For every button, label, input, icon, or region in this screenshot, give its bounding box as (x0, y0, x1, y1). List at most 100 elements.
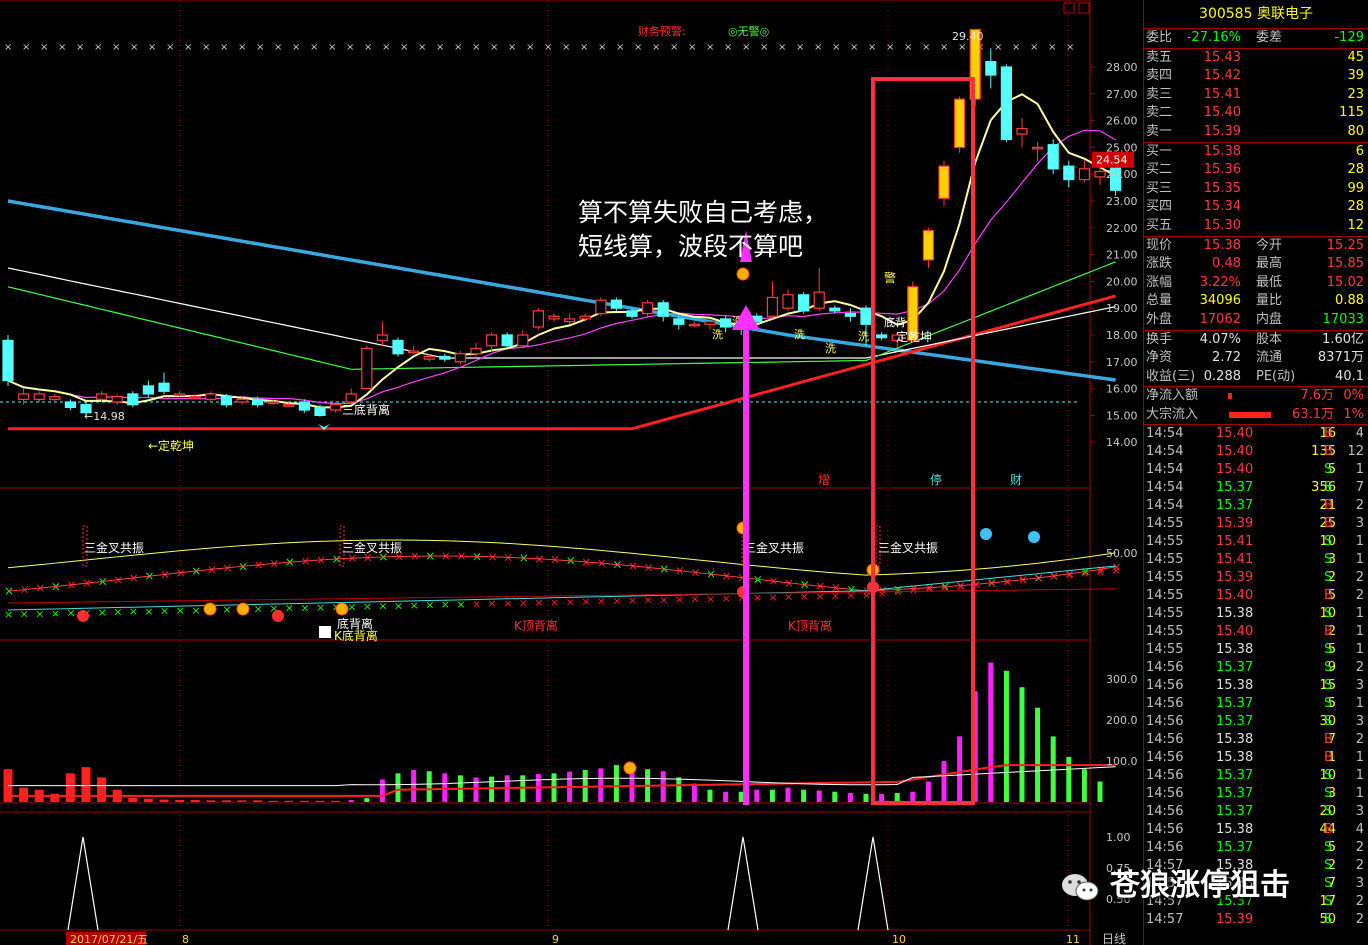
candle-body (938, 165, 950, 199)
candle-body (829, 307, 841, 312)
tick-price: 15.37 (1216, 804, 1254, 820)
tick-price: 15.39 (1216, 516, 1254, 532)
volume-bar (785, 787, 791, 802)
tick-price: 15.37 (1216, 696, 1254, 712)
tick-row: 14:56 15.37 20 S 3 (1144, 803, 1368, 821)
bid-row: 买四 15.34 28 (1144, 198, 1368, 217)
signal-blue-icon (1028, 531, 1040, 543)
date-label: 8 (182, 933, 189, 945)
tick-price: 15.37 (1216, 660, 1254, 676)
tick-count: 1 (1355, 786, 1364, 802)
tick-time: 14:56 (1146, 696, 1184, 712)
stat-value: 17033 (1322, 311, 1364, 327)
tick-count: 3 (1355, 804, 1364, 820)
top-signal-mark: × (274, 42, 282, 53)
ask-row: 卖五 15.43 45 (1144, 49, 1368, 68)
kline-chart[interactable]: × × × × × × × × × × × × × × × × × × × × × × × × × × × × × × × × × × × × × × × ×… (0, 0, 1143, 945)
tick-time: 14:54 (1146, 498, 1184, 514)
tick-side: B (1324, 732, 1333, 748)
candle-body (782, 294, 794, 309)
tick-time: 14:56 (1146, 732, 1184, 748)
tick-list[interactable]: 14:54 15.40 16 B 4 14:54 15.40 135 B 12 14:54 15.40… (1144, 425, 1368, 929)
tick-count: 1 (1355, 696, 1364, 712)
quote-panel: 300585 奥联电子 委比 -27.16% 委差 -129 卖五 15.43 45… (1143, 0, 1368, 945)
tick-row: 14:56 15.37 5 S 2 (1144, 839, 1368, 857)
volume-bar (379, 779, 385, 802)
tick-side: B (1324, 444, 1333, 460)
tick-side: S (1324, 480, 1333, 496)
tick-count: 7 (1355, 480, 1364, 496)
candle-body (1063, 165, 1075, 181)
tick-price: 15.37 (1216, 786, 1254, 802)
volume-bar (315, 800, 325, 802)
tick-count: 2 (1355, 660, 1364, 676)
tick-count: 1 (1355, 462, 1364, 478)
tick-side: B (1324, 588, 1333, 604)
flow-label: 大宗流入 (1146, 406, 1199, 422)
top-signal-mark: × (400, 42, 408, 53)
volume-bar (941, 761, 947, 802)
signal-blue-icon (980, 528, 992, 540)
candle-body (1047, 144, 1059, 170)
volume-bar (175, 799, 185, 802)
tick-price: 15.38 (1216, 750, 1254, 766)
volume-bar (348, 799, 354, 802)
stat-label: 量比 (1256, 293, 1283, 309)
fin-warning-label: 财务预警: (638, 24, 686, 38)
top-signal-mark: × (742, 42, 750, 53)
indicator-panel: ××××××××××× ××××××××××××××× ××× ×××××××××××… (4, 525, 1122, 621)
tick-count: 1 (1355, 768, 1364, 784)
price-tick-label: 27.00 (1106, 88, 1138, 101)
top-signal-mark: × (364, 42, 372, 53)
top-signal-mark: × (526, 42, 534, 53)
candle-body (860, 307, 872, 325)
fundamental-stats: 换手 4.07% 股本 1.60亿 净资 2.72 流通 8371万 收益(三) 0.288 PE(… (1144, 331, 1368, 388)
ask-volume: 45 (1347, 49, 1364, 65)
tick-time: 14:56 (1146, 804, 1184, 820)
top-signal-mark: × (22, 42, 30, 53)
bid-price: 15.38 (1203, 143, 1241, 159)
stat-label: 涨跌 (1146, 256, 1173, 272)
tick-time: 14:57 (1146, 912, 1184, 928)
bid-label: 买一 (1146, 143, 1173, 159)
flow-amount: 7.6万 (1300, 388, 1334, 404)
stat-label: 净资 (1146, 350, 1173, 366)
stat-value: 1.60亿 (1322, 331, 1364, 347)
top-signal-mark: × (76, 42, 84, 53)
stock-title[interactable]: 300585 奥联电子 (1144, 0, 1368, 29)
candle-body (797, 294, 810, 312)
ma250-line (8, 294, 1116, 431)
weicha-label: 委差 (1256, 30, 1283, 45)
stat-value: 17062 (1199, 311, 1241, 327)
tick-price: 15.40 (1216, 462, 1254, 478)
candle-body (532, 310, 545, 328)
stat-row: 总量 34096 量比 0.88 (1144, 292, 1368, 311)
candle-body (922, 229, 935, 261)
volume-bar (395, 773, 401, 802)
top-signal-mark: × (490, 42, 498, 53)
flow-bar (1228, 393, 1232, 400)
candle-body (205, 393, 217, 400)
volume-bar (988, 662, 994, 802)
annotation-line-1: 算不算失败自己考虑， (578, 198, 829, 227)
weibi-value: -27.16% (1186, 30, 1241, 45)
volume-bar (816, 790, 822, 802)
volume-bar (284, 800, 294, 802)
tick-price: 15.41 (1216, 552, 1254, 568)
volume-bar (442, 773, 448, 802)
candle-body (673, 318, 685, 325)
candle-body (548, 315, 560, 320)
price-tick-label: 23.00 (1106, 195, 1138, 208)
candle-body (517, 334, 529, 347)
ask-label: 卖二 (1146, 105, 1173, 121)
top-signal-mark: × (940, 42, 948, 53)
signal-spike (857, 836, 889, 931)
top-signal-mark: × (562, 42, 570, 53)
candle-body (345, 393, 357, 403)
top-signal-mark: × (202, 42, 210, 53)
stat-label: 涨幅 (1146, 274, 1173, 290)
flow-row: 大宗流入 1% 63.1万 (1144, 406, 1368, 425)
tick-row: 14:54 15.40 135 B 12 (1144, 443, 1368, 461)
bid-volume: 12 (1347, 217, 1364, 233)
stat-value: 0.288 (1203, 368, 1241, 384)
